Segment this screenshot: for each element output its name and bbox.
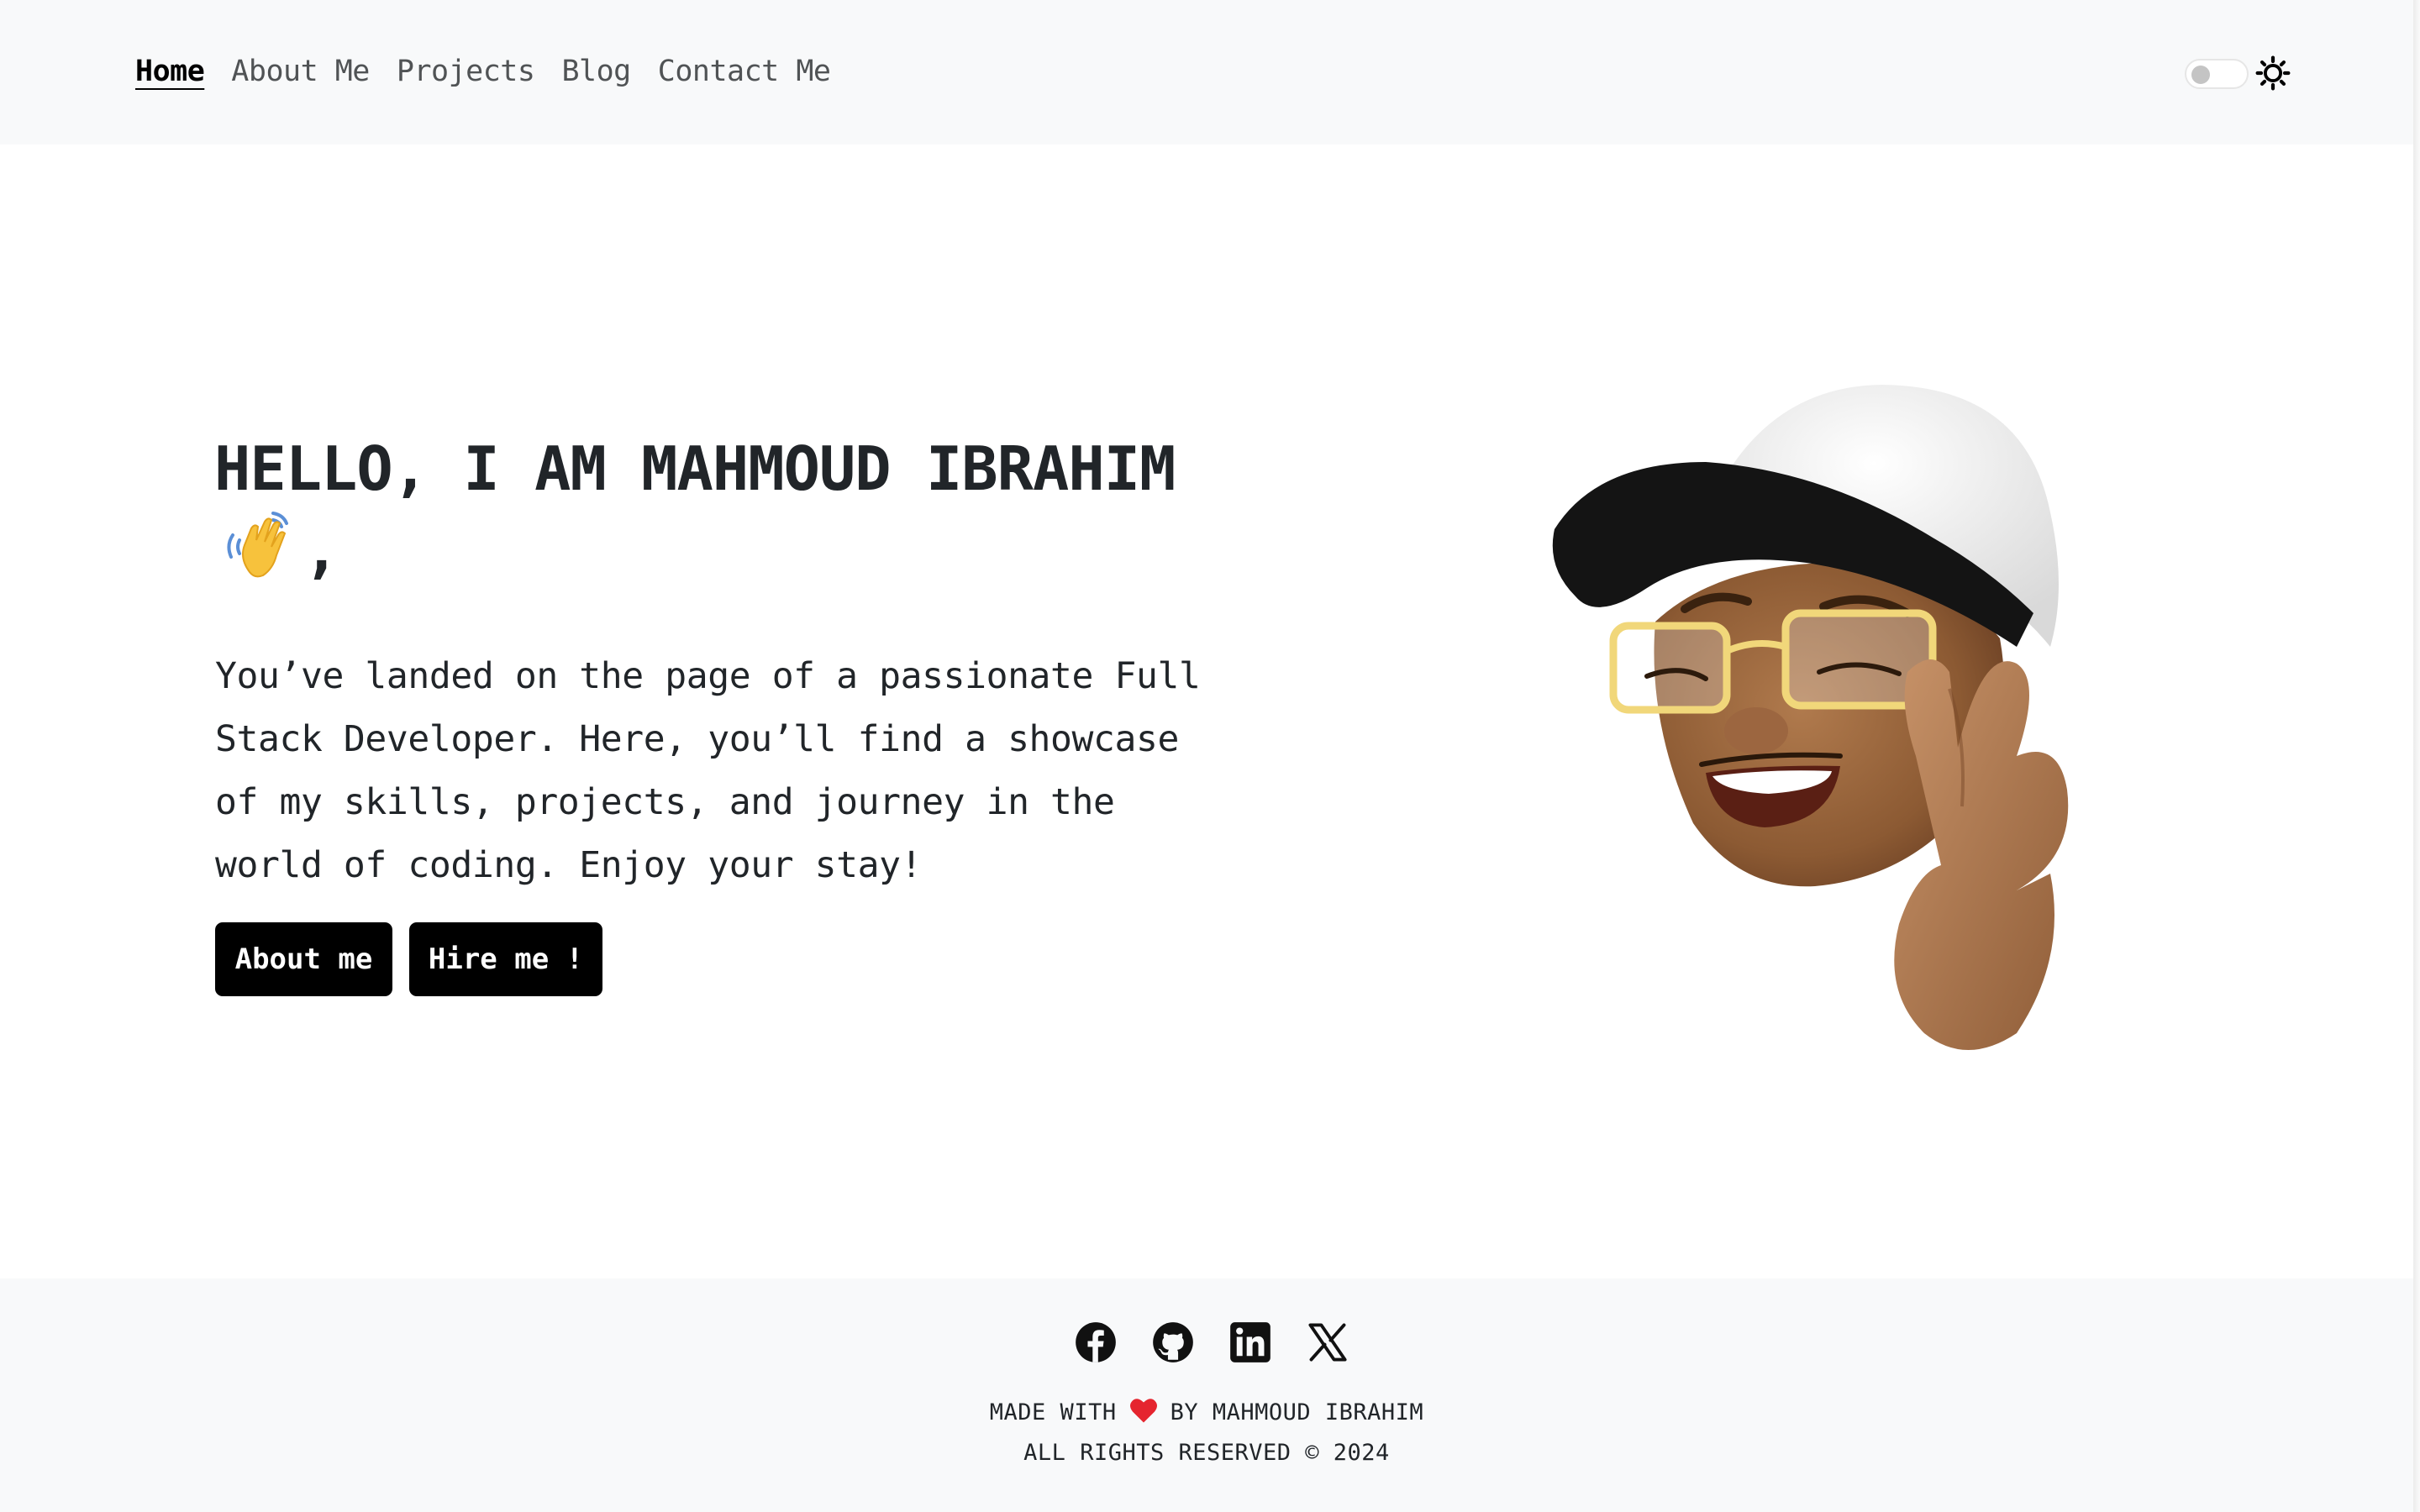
facebook-icon[interactable] [1074,1320,1118,1364]
nav-blog[interactable]: Blog [561,52,631,91]
nav-about-me[interactable]: About Me [231,52,370,91]
hero-title: HELLO, I AM MAHMOUD IBRAHIM , [214,430,1223,589]
github-icon[interactable] [1151,1320,1195,1364]
theme-toggle-knob [2191,66,2210,84]
theme-toggle[interactable] [2185,59,2249,89]
nav-home[interactable]: Home [135,52,205,91]
footer [0,1278,2413,1512]
hero-title-comma: , [303,515,339,585]
memoji-avatar [1552,385,2069,1050]
about-me-button[interactable]: About me [215,922,392,996]
hire-me-button[interactable]: Hire me ! [409,922,602,996]
hero-title-text: HELLO, I AM MAHMOUD IBRAHIM [214,433,1176,504]
made-with-credit: MADE WITH BY MAHMOUD IBRAHIM [0,1396,2413,1430]
credit-prefix: MADE WITH [989,1399,1117,1425]
linkedin-icon[interactable] [1228,1320,1272,1364]
social-links [1074,1320,1349,1364]
copyright-text: ALL RIGHTS RESERVED © 2024 [1023,1440,1390,1466]
scrollbar[interactable] [2413,0,2420,1512]
nav-contact-me[interactable]: Contact Me [658,52,831,91]
credit-suffix: BY MAHMOUD IBRAHIM [1170,1399,1424,1425]
hero-intro: You’ve landed on the page of a passionat… [215,655,1201,886]
sun-icon[interactable] [2255,55,2291,91]
waving-hand-icon [227,512,288,578]
navbar: Home About Me Projects Blog Contact Me [0,0,2413,144]
nav-projects[interactable]: Projects [397,52,535,91]
heart-icon [1129,1399,1157,1423]
x-icon[interactable] [1306,1320,1349,1364]
main-nav: Home About Me Projects Blog Contact Me [135,52,831,91]
